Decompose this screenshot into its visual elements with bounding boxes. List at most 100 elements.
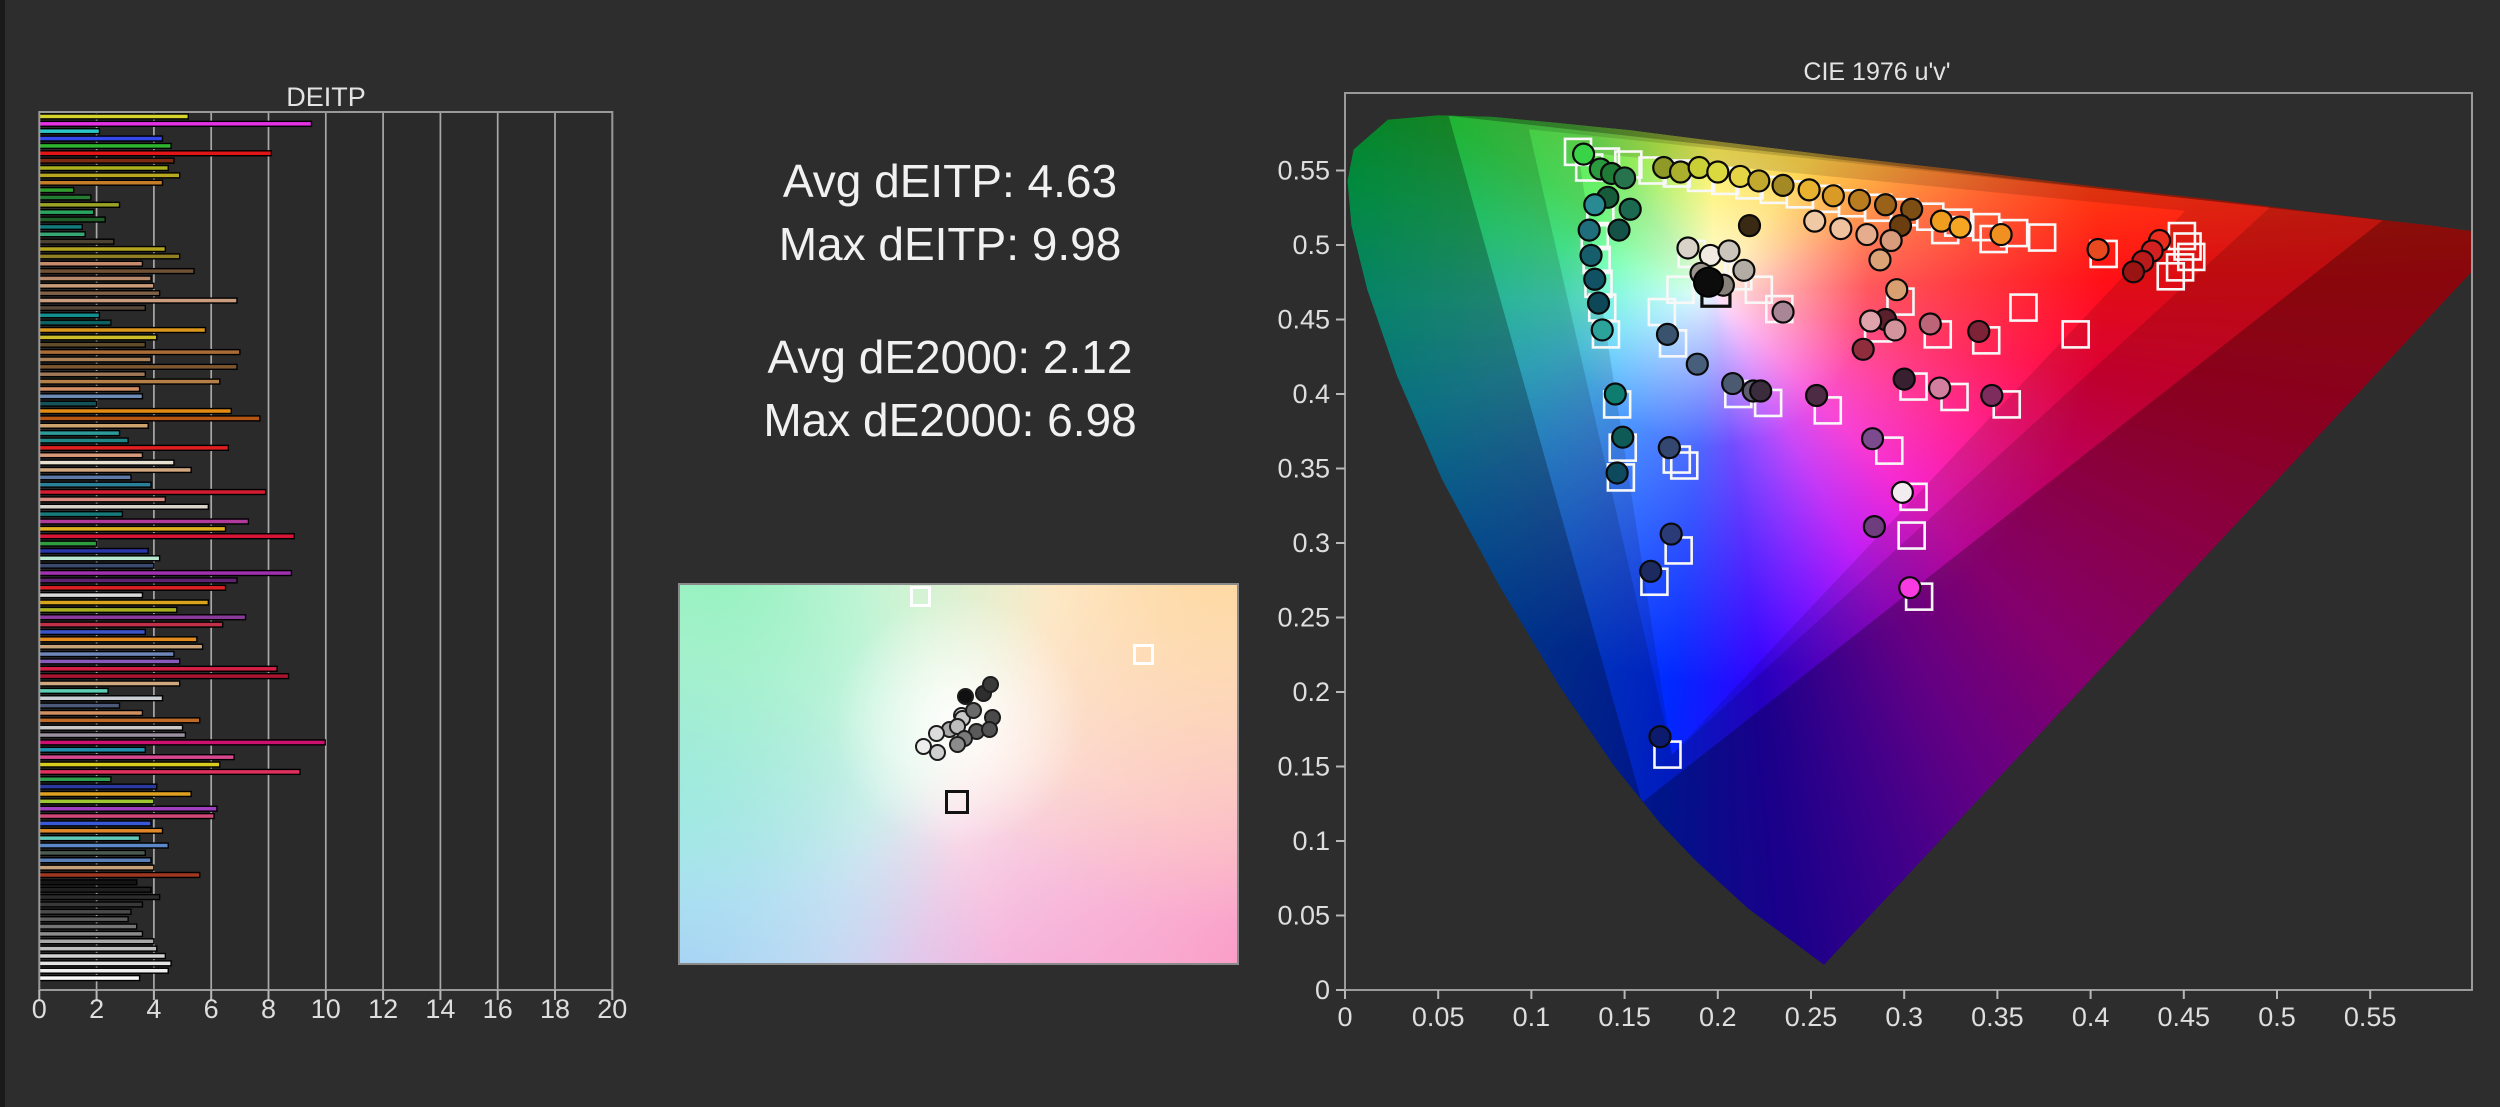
deitp-bar — [38, 275, 152, 282]
cie-measured-point — [1737, 214, 1762, 238]
deitp-bar — [38, 731, 187, 739]
cie-measured-point — [1797, 178, 1821, 202]
deitp-bar — [38, 128, 101, 135]
cie-measured-point — [1749, 379, 1773, 403]
cie-measured-point — [1579, 243, 1603, 268]
deitp-bar — [38, 164, 169, 172]
deitp-bar — [38, 960, 172, 967]
deitp-x-tick-label: 18 — [540, 994, 570, 1024]
cie-measured-point — [1732, 258, 1756, 282]
deitp-x-tick-label: 2 — [89, 994, 104, 1024]
deitp-bar — [38, 827, 164, 834]
deitp-bar — [38, 186, 75, 194]
deitp-bar — [38, 503, 210, 510]
deitp-bar — [38, 783, 158, 790]
deitp-bar — [38, 879, 138, 886]
cie-measured-point — [1948, 215, 1972, 239]
deitp-bar — [38, 437, 129, 444]
deitp-bar — [38, 444, 230, 451]
deitp-bar — [38, 739, 326, 746]
deitp-bar — [38, 606, 178, 614]
deitp-bar — [38, 216, 106, 223]
deitp-bar — [38, 319, 112, 326]
deitp-bar — [38, 481, 152, 488]
cie-measured-point — [1607, 218, 1631, 242]
cie-x-tick-label: 0.35 — [1971, 1002, 2024, 1032]
charts-overlay: 0 2 4 6 8 10 12 14 16 18 20 0 0.05 0.1 0.15 0.2 0.25 0.3 0… — [32, 92, 2473, 1032]
deitp-bar — [38, 135, 164, 142]
deitp-x-tick-label: 12 — [368, 994, 398, 1024]
cie-x-tick-label: 0.3 — [1885, 1002, 1923, 1032]
cie-measured-point — [1747, 169, 1771, 193]
deitp-bar — [38, 812, 215, 820]
deitp-bar — [38, 945, 158, 952]
deitp-bar — [38, 916, 129, 923]
cie-y-tick-label: 0.05 — [1277, 901, 1330, 931]
deitp-bar — [38, 157, 175, 164]
cie-measured-point — [2086, 237, 2110, 262]
cie-measured-point — [1868, 248, 1892, 272]
cie-x-tick-label: 0.55 — [2344, 1002, 2397, 1032]
deitp-bar — [38, 768, 301, 776]
deitp-bar — [38, 371, 147, 378]
deitp-bar — [38, 415, 261, 422]
deitp-bar — [38, 798, 155, 805]
cie-measured-whitepoint — [1692, 266, 1724, 298]
deitp-bar — [38, 304, 147, 312]
deitp-bar — [38, 150, 273, 157]
deitp-bar — [38, 407, 232, 415]
deitp-bar — [38, 665, 278, 672]
deitp-bar — [38, 452, 144, 459]
deitp-bar — [38, 849, 147, 857]
deitp-bar — [38, 908, 132, 915]
deitp-x-tick-label: 8 — [261, 994, 276, 1024]
cie-measured-point — [1586, 291, 1611, 315]
cie-measured-point — [1611, 425, 1635, 449]
deitp-bar — [38, 510, 124, 518]
deitp-bar — [38, 871, 201, 879]
cie-y-tick-label: 0.2 — [1292, 677, 1330, 707]
cie-measured-point — [1603, 382, 1627, 406]
deitp-bar — [38, 400, 98, 407]
deitp-bar — [38, 525, 227, 533]
deitp-bar — [38, 348, 241, 356]
cie-x-tick-label: 0 — [1337, 1002, 1352, 1032]
cie-measured-point — [1659, 522, 1683, 546]
deitp-bar — [38, 297, 238, 304]
deitp-bar — [38, 422, 149, 429]
deitp-bar — [38, 577, 238, 584]
deitp-bar — [38, 540, 98, 547]
deitp-bar — [38, 842, 169, 849]
cie-y-tick-label: 0.45 — [1277, 305, 1330, 335]
deitp-bar — [38, 326, 207, 334]
cie-measured-point — [1685, 352, 1709, 376]
deitp-bar — [38, 591, 144, 599]
deitp-bar — [38, 820, 152, 827]
cie-measured-point — [1980, 383, 2004, 408]
cie-measured-point — [1655, 322, 1680, 346]
cie-measured-point — [1855, 222, 1879, 247]
deitp-bar — [38, 253, 181, 260]
deitp-bar — [38, 496, 167, 503]
deitp-bar — [38, 341, 147, 348]
deitp-bar — [38, 363, 238, 370]
cie-measured-point — [1771, 300, 1795, 324]
deitp-bar — [38, 621, 224, 628]
deitp-bar — [38, 702, 121, 709]
cie-measured-point — [1898, 576, 1922, 600]
deitp-bar — [38, 930, 144, 938]
cie-measured-point — [1648, 725, 1672, 749]
deitp-x-tick-label: 0 — [32, 994, 47, 1024]
deitp-bar — [38, 761, 221, 768]
deitp-bar — [38, 238, 115, 245]
deitp-bar — [38, 805, 218, 812]
deitp-bar — [38, 636, 198, 643]
cie-measured-point — [1829, 217, 1853, 241]
deitp-bar — [38, 356, 152, 363]
cie-measured-point — [1804, 383, 1829, 408]
cie-measured-point — [1605, 461, 1629, 485]
deitp-bar — [38, 290, 161, 297]
deitp-bar — [38, 172, 181, 179]
cie-measured-point — [1728, 164, 1752, 189]
deitp-bar — [38, 488, 267, 496]
